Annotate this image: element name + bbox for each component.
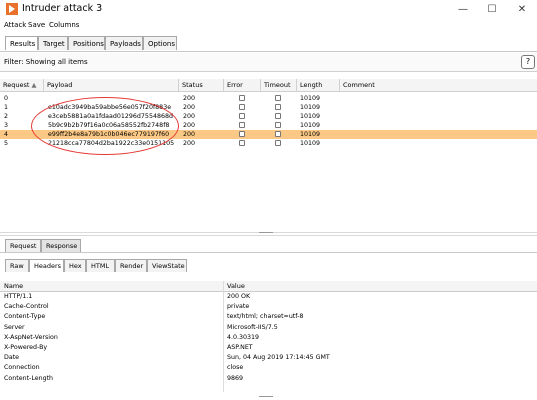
header-row[interactable]: Content-Length 9869 (0, 374, 537, 383)
sort-ascending-icon: ▲ (31, 81, 37, 89)
timeout-checkbox[interactable] (275, 122, 281, 128)
headers-column-value[interactable]: Value (227, 281, 245, 291)
request-cell: 5 (4, 140, 9, 147)
status-cell: 200 (183, 131, 196, 138)
menu-bar (0, 19, 537, 31)
status-cell: 200 (183, 104, 196, 111)
header-name-cell: Connection (4, 364, 40, 372)
length-cell: 10109 (300, 122, 321, 129)
header-value-cell: Microsoft-IIS/7.5 (227, 323, 278, 331)
timeout-checkbox[interactable] (275, 104, 281, 110)
subtab-hex[interactable]: Hex (64, 259, 86, 272)
column-header-timeout[interactable]: Timeout (261, 79, 297, 92)
length-cell: 10109 (300, 113, 321, 120)
length-cell: 10109 (300, 104, 321, 111)
header-name-cell: X-Powered-By (4, 344, 48, 351)
header-value-cell: ASP.NET (227, 344, 253, 351)
timeout-checkbox[interactable] (275, 131, 281, 137)
status-cell: 200 (183, 95, 196, 102)
subtab-render[interactable]: Render (115, 259, 147, 272)
header-value-cell: 9869 (227, 374, 244, 382)
column-header-comment[interactable]: Comment (340, 79, 537, 92)
help-button[interactable]: ? (521, 55, 535, 69)
header-row[interactable]: X-Powered-By ASP.NET (0, 343, 537, 352)
header-name-cell: Content-Type (4, 313, 46, 321)
column-header-length[interactable]: Length (297, 79, 340, 92)
headers-table-header (0, 281, 537, 292)
subtab-raw[interactable]: Raw (5, 259, 29, 272)
filter-label[interactable]: Filter: Showing all items (4, 58, 88, 66)
status-cell: 200 (183, 122, 196, 129)
header-row[interactable]: Connection close (0, 363, 537, 372)
header-row[interactable]: Cache-Control private (0, 302, 537, 311)
divider-grip-icon[interactable] (259, 232, 273, 235)
request-cell: 2 (4, 113, 9, 120)
window-title: Intruder attack 3 (22, 3, 103, 14)
minimize-button[interactable]: — (448, 0, 478, 19)
header-name-cell: Content-Length (4, 374, 54, 382)
request-cell: 3 (4, 122, 9, 129)
burp-app-icon (6, 3, 18, 15)
tab-options[interactable]: Options (143, 36, 177, 50)
header-value-cell: close (227, 364, 244, 372)
red-ellipse-annotation (31, 97, 179, 155)
header-value-cell: 200 OK (227, 293, 251, 300)
header-name-cell: Server (4, 323, 25, 331)
header-value-cell: 4.0.30319 (227, 333, 260, 341)
column-header-payload[interactable]: Payload (44, 79, 179, 92)
header-value-cell: text/html; charset=utf-8 (227, 313, 304, 321)
close-button[interactable]: ✕ (507, 0, 537, 19)
column-header-error[interactable]: Error (224, 79, 261, 92)
maximize-button[interactable]: ☐ (477, 0, 507, 19)
request-cell: 0 (4, 95, 9, 102)
header-row[interactable]: Server Microsoft-IIS/7.5 (0, 323, 537, 332)
timeout-checkbox[interactable] (275, 140, 281, 146)
error-checkbox[interactable] (239, 95, 245, 101)
subtab-headers[interactable]: Headers (29, 259, 64, 272)
subtab-viewstate[interactable]: ViewState (147, 259, 187, 272)
tab-payloads[interactable]: Payloads (105, 36, 143, 50)
header-value-cell: private (227, 303, 250, 311)
tab-response[interactable]: Response (41, 239, 81, 252)
error-checkbox[interactable] (239, 122, 245, 128)
error-checkbox[interactable] (239, 113, 245, 119)
subtab-html[interactable]: HTML (86, 259, 115, 272)
header-name-cell: Date (4, 354, 20, 362)
column-header-status[interactable]: Status (179, 79, 224, 92)
header-row[interactable]: HTTP/1.1 200 OK (0, 292, 537, 301)
tab-target[interactable]: Target (38, 36, 68, 50)
error-checkbox[interactable] (239, 131, 245, 137)
tab-request[interactable]: Request (5, 239, 41, 252)
length-cell: 10109 (300, 95, 321, 102)
length-cell: 10109 (300, 131, 321, 138)
timeout-checkbox[interactable] (275, 113, 281, 119)
status-cell: 200 (183, 113, 196, 120)
header-row[interactable]: Content-Type text/html; charset=utf-8 (0, 312, 537, 321)
tab-positions[interactable]: Positions (68, 36, 105, 50)
tab-results[interactable]: Results (5, 36, 38, 50)
length-cell: 10109 (300, 140, 321, 147)
request-cell: 4 (4, 131, 9, 138)
header-value-cell: Sun, 04 Aug 2019 17:14:45 GMT (227, 354, 330, 362)
bottom-grip-icon[interactable] (259, 396, 273, 399)
header-name-cell: Cache-Control (4, 303, 49, 311)
header-row[interactable]: Date Sun, 04 Aug 2019 17:14:45 GMT (0, 353, 537, 362)
request-cell: 1 (4, 104, 9, 111)
menu-save[interactable]: Save (28, 21, 45, 29)
header-name-cell: X-AspNet-Version (4, 333, 58, 341)
header-name-cell: HTTP/1.1 (4, 293, 33, 300)
status-cell: 200 (183, 140, 196, 147)
header-row[interactable]: X-AspNet-Version 4.0.30319 (0, 333, 537, 342)
headers-column-name[interactable]: Name (4, 281, 23, 291)
menu-columns[interactable]: Columns (49, 21, 79, 29)
error-checkbox[interactable] (239, 104, 245, 110)
error-checkbox[interactable] (239, 140, 245, 146)
menu-attack[interactable]: Attack (4, 21, 26, 29)
column-header-request[interactable]: Request ▲ (0, 79, 44, 92)
timeout-checkbox[interactable] (275, 95, 281, 101)
